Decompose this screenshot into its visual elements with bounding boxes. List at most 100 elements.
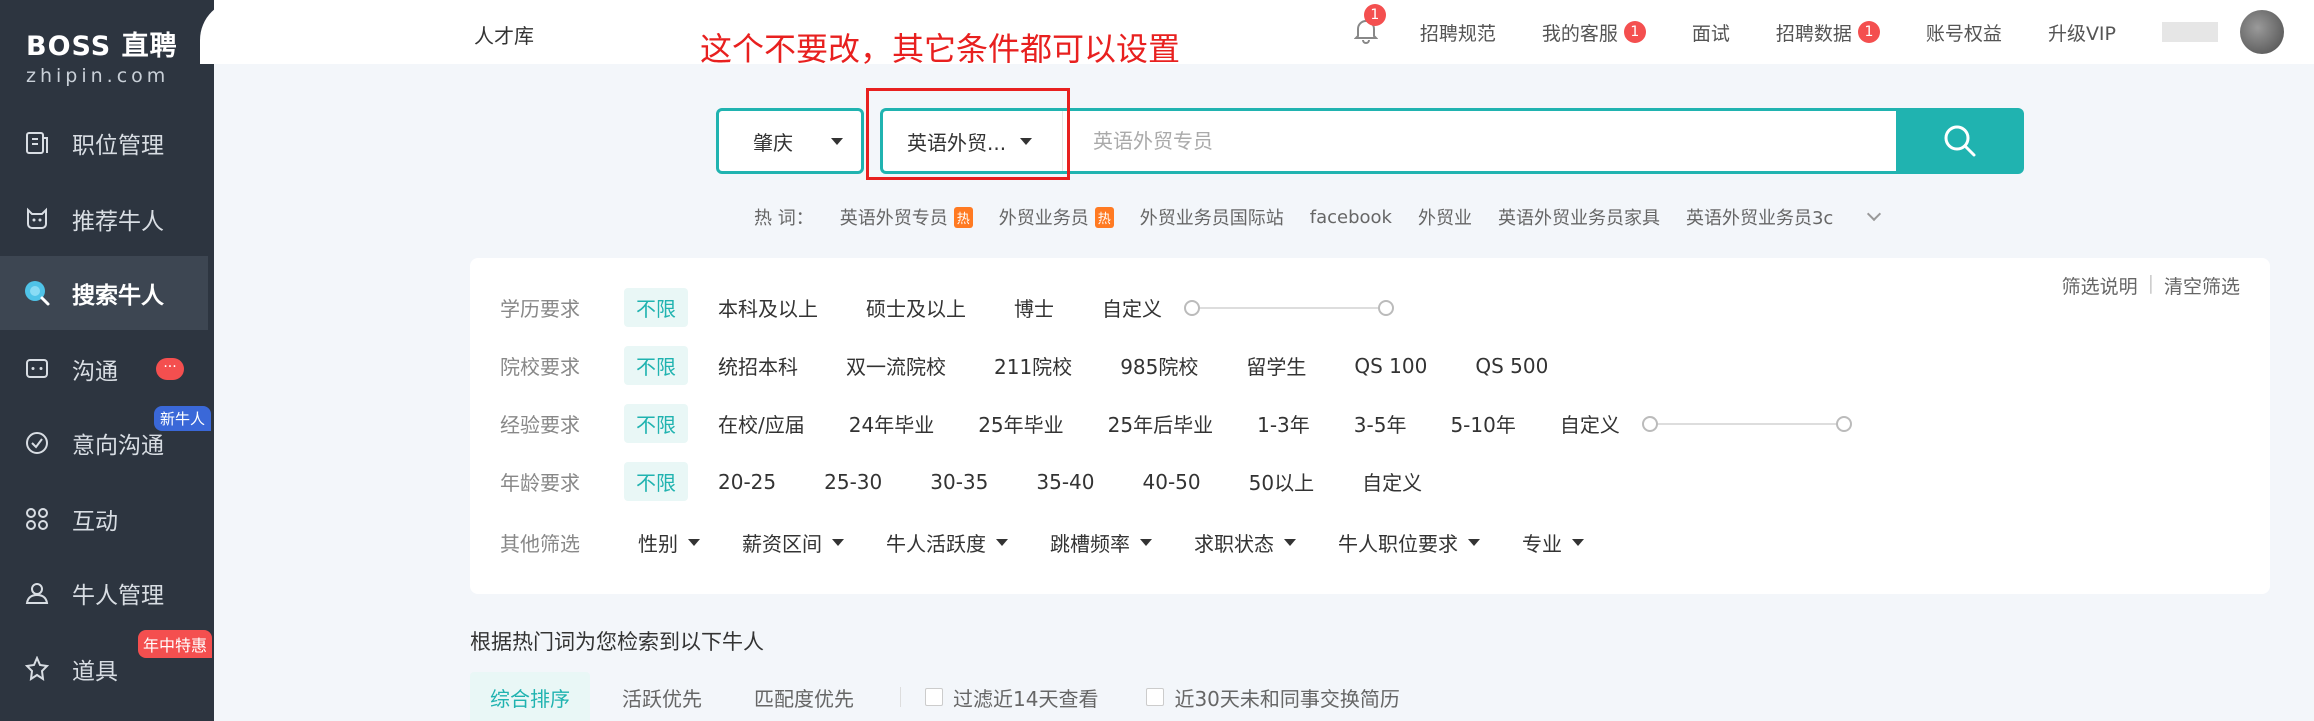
filter-option[interactable]: 自定义 [1560, 409, 1620, 438]
sidebar-item-job-manage[interactable]: 职位管理 [0, 106, 208, 180]
slider-handle[interactable] [1378, 299, 1394, 316]
header-link-upgrade-vip[interactable]: 升级VIP [2048, 19, 2116, 46]
filter-dropdown-job-hopping[interactable]: 跳槽频率 [1050, 528, 1152, 557]
slider-handle[interactable] [1641, 415, 1658, 432]
sidebar-item-talent-manage[interactable]: 牛人管理 [0, 556, 208, 630]
sidebar-item-interact[interactable]: 互动 [0, 482, 208, 556]
filter-dropdown-major[interactable]: 专业 [1522, 528, 1584, 557]
filter-row-other: 其他筛选 性别 薪资区间 牛人活跃度 跳槽频率 求职状态 牛人职位要求 专业 [500, 528, 1626, 557]
top-header: 人才库 1 招聘规范 我的客服 1 面试 招聘数据 1 账号权益 升级VIP [200, 0, 2314, 64]
filter-option[interactable]: 不限 [624, 288, 688, 327]
filter-option[interactable]: 本科及以上 [718, 293, 818, 322]
filter-option[interactable]: 留学生 [1246, 351, 1306, 380]
sidebar-item-search-talent[interactable]: 搜索牛人 [0, 256, 208, 330]
sidebar-item-label: 沟通 [72, 359, 118, 385]
sort-option-match[interactable]: 匹配度优先 [734, 672, 874, 721]
sidebar-item-tools[interactable]: 道具 [0, 632, 208, 706]
chat-icon [22, 354, 52, 384]
hot-word[interactable]: 英语外贸业务员家具 [1498, 204, 1660, 230]
user-name-redacted[interactable] [2162, 22, 2218, 42]
filter-option[interactable]: QS 100 [1354, 354, 1427, 378]
page-title[interactable]: 人才库 [474, 20, 534, 49]
filter-option[interactable]: 不限 [624, 346, 688, 385]
logo[interactable]: BOSS 直聘 zhipin.com [26, 24, 178, 87]
tools-icon [22, 654, 52, 684]
chevron-down-icon [1468, 539, 1480, 546]
filter-dropdown-salary[interactable]: 薪资区间 [742, 528, 844, 557]
hot-word[interactable]: 外贸业务员国际站 [1140, 204, 1284, 230]
filter-option[interactable]: 20-25 [718, 470, 776, 494]
filter-label: 年龄要求 [500, 471, 580, 495]
sort-option-active[interactable]: 活跃优先 [602, 672, 722, 721]
hot-word[interactable]: 外贸业 [1418, 204, 1472, 230]
filter-option[interactable]: 40-50 [1143, 470, 1201, 494]
filter-explain-link[interactable]: 筛选说明 [2062, 272, 2138, 299]
filter-option[interactable]: 不限 [624, 404, 688, 443]
header-links: 1 招聘规范 我的客服 1 面试 招聘数据 1 账号权益 升级VIP [1353, 0, 2314, 64]
filter-option[interactable]: 50以上 [1249, 467, 1314, 496]
filter-option[interactable]: 双一流院校 [846, 351, 946, 380]
filter-option[interactable]: 在校/应届 [718, 409, 805, 438]
clear-filter-link[interactable]: 清空筛选 [2164, 272, 2240, 299]
header-link-interview[interactable]: 面试 [1692, 19, 1730, 46]
city-select[interactable]: 肇庆 [716, 108, 864, 174]
notification-bell[interactable]: 1 [1353, 4, 1386, 46]
filter-dropdown-job-status[interactable]: 求职状态 [1194, 528, 1296, 557]
sidebar-item-recommend[interactable]: 推荐牛人 [0, 182, 208, 256]
filter-option[interactable]: 30-35 [930, 470, 988, 494]
filter-option[interactable]: 自定义 [1102, 293, 1162, 322]
filter-dropdown-gender[interactable]: 性别 [638, 528, 700, 557]
filter-option[interactable]: 25年毕业 [978, 409, 1063, 438]
filter-dropdown-position-requirement[interactable]: 牛人职位要求 [1338, 528, 1480, 557]
filter-option[interactable]: 博士 [1014, 293, 1054, 322]
sort-option-overall[interactable]: 综合排序 [470, 672, 590, 721]
sidebar-item-intent-chat[interactable]: 意向沟通 [0, 406, 208, 480]
hot-word[interactable]: facebook [1310, 207, 1392, 228]
annotation-highlight-box [866, 88, 1070, 180]
filter-exchanged-30-days-checkbox[interactable]: 近30天未和同事交换简历 [1146, 683, 1400, 712]
filter-viewed-14-days-checkbox[interactable]: 过滤近14天查看 [925, 683, 1098, 712]
avatar[interactable] [2240, 10, 2284, 54]
filter-option[interactable]: 1-3年 [1257, 409, 1310, 438]
city-value: 肇庆 [753, 130, 793, 155]
filter-panel: 筛选说明 | 清空筛选 学历要求 不限 本科及以上 硕士及以上 博士 自定义 院… [470, 258, 2270, 594]
chevron-down-icon [996, 539, 1008, 546]
header-link-recruit-data[interactable]: 招聘数据 1 [1776, 19, 1880, 46]
filter-option[interactable]: 自定义 [1362, 467, 1422, 496]
search-input[interactable] [1063, 111, 1843, 171]
sort-row: 综合排序 活跃优先 匹配度优先 过滤近14天查看 近30天未和同事交换简历 [470, 672, 1448, 721]
sidebar-item-label: 互动 [72, 509, 118, 535]
filter-dropdown-activity[interactable]: 牛人活跃度 [886, 528, 1008, 557]
filter-option[interactable]: 25年后毕业 [1108, 409, 1213, 438]
filter-option[interactable]: 211院校 [994, 351, 1072, 380]
search-button[interactable] [1896, 108, 2024, 174]
interact-icon [22, 504, 52, 534]
filter-row-experience: 经验要求 不限 在校/应届 24年毕业 25年毕业 25年后毕业 1-3年 3-… [500, 404, 1852, 443]
filter-option[interactable]: QS 500 [1475, 354, 1548, 378]
chevron-down-icon [688, 539, 700, 546]
filter-option[interactable]: 985院校 [1120, 351, 1198, 380]
filter-option[interactable]: 5-10年 [1450, 409, 1515, 438]
header-link-account-rights[interactable]: 账号权益 [1926, 19, 2002, 46]
filter-option[interactable]: 统招本科 [718, 351, 798, 380]
filter-label: 其他筛选 [500, 532, 580, 556]
slider-handle[interactable] [1835, 415, 1852, 432]
filter-label: 经验要求 [500, 413, 580, 437]
slider-handle[interactable] [1184, 299, 1200, 316]
header-link-recruit-rules[interactable]: 招聘规范 [1420, 19, 1496, 46]
filter-option[interactable]: 不限 [624, 462, 688, 501]
hot-word[interactable]: 英语外贸专员热 [840, 204, 973, 230]
chevron-down-icon[interactable] [1867, 206, 1882, 222]
header-link-customer-service[interactable]: 我的客服 1 [1542, 19, 1646, 46]
hot-word[interactable]: 英语外贸业务员3c [1686, 204, 1833, 230]
filter-option[interactable]: 硕士及以上 [866, 293, 966, 322]
hot-word[interactable]: 外贸业务员热 [999, 204, 1114, 230]
education-range-slider[interactable] [1184, 299, 1394, 316]
experience-range-slider[interactable] [1641, 415, 1852, 432]
filter-option[interactable]: 25-30 [824, 470, 882, 494]
filter-option[interactable]: 24年毕业 [849, 409, 934, 438]
job-manage-icon [22, 128, 52, 158]
sidebar-item-label: 推荐牛人 [72, 209, 164, 235]
filter-option[interactable]: 35-40 [1036, 470, 1094, 494]
filter-option[interactable]: 3-5年 [1354, 409, 1407, 438]
